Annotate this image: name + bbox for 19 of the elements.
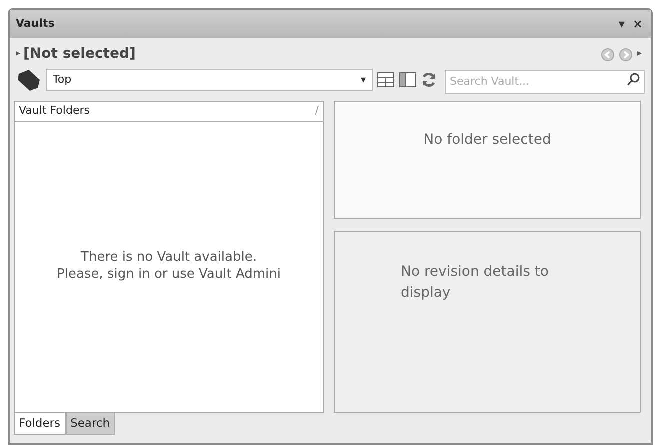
window-control[interactable]: × [630, 18, 645, 30]
vault-name: [Not selected] [24, 45, 136, 64]
empty-message: No folder selected [424, 131, 552, 150]
expand-arrow[interactable]: ▸ [16, 48, 21, 62]
layout-icon[interactable] [377, 72, 395, 88]
panel-title: Vault Folders [19, 103, 90, 120]
refresh-icon[interactable] [421, 72, 437, 88]
panes-icon[interactable] [399, 72, 417, 88]
message-line: There is no Vault available. [81, 250, 257, 267]
panel-tab[interactable]: Folders [14, 412, 66, 435]
message-line: Please, sign in or use Vault Admini [57, 266, 281, 284]
empty-message: No revision details to display [401, 264, 549, 301]
window-control[interactable]: ▾ [616, 18, 627, 30]
search-field[interactable]: Search Vault... [445, 70, 645, 94]
panel-tab[interactable]: Search [66, 412, 116, 435]
folder-dropdown[interactable]: Top ▾ [46, 69, 373, 91]
more-arrow[interactable]: ▸ [637, 48, 642, 62]
window-title: Vaults [16, 16, 55, 32]
search-icon[interactable] [627, 73, 640, 86]
